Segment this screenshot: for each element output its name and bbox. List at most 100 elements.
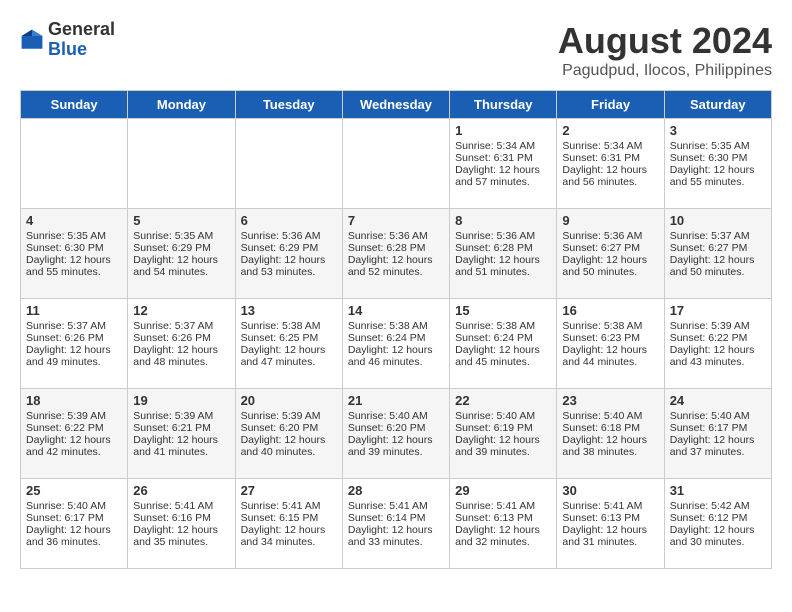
- day-number: 13: [241, 303, 337, 318]
- cell-content: and 51 minutes.: [455, 266, 551, 278]
- cell-content: Sunrise: 5:38 AM: [241, 320, 337, 332]
- cell-content: and 55 minutes.: [670, 176, 766, 188]
- cell-content: Sunset: 6:12 PM: [670, 512, 766, 524]
- cell-content: Sunset: 6:18 PM: [562, 422, 658, 434]
- cell-content: Sunrise: 5:38 AM: [562, 320, 658, 332]
- day-number: 30: [562, 483, 658, 498]
- day-number: 1: [455, 123, 551, 138]
- day-number: 7: [348, 213, 444, 228]
- cell-content: and 39 minutes.: [455, 446, 551, 458]
- cell-content: Sunset: 6:13 PM: [455, 512, 551, 524]
- cell-content: and 48 minutes.: [133, 356, 229, 368]
- cell-content: Sunset: 6:13 PM: [562, 512, 658, 524]
- logo-icon: [20, 28, 44, 52]
- cell-content: Daylight: 12 hours: [562, 434, 658, 446]
- cell-content: and 40 minutes.: [241, 446, 337, 458]
- cell-content: Daylight: 12 hours: [455, 434, 551, 446]
- cell-content: Sunrise: 5:40 AM: [562, 410, 658, 422]
- week-row-1: 1Sunrise: 5:34 AMSunset: 6:31 PMDaylight…: [21, 119, 772, 209]
- calendar-cell: 22Sunrise: 5:40 AMSunset: 6:19 PMDayligh…: [450, 389, 557, 479]
- cell-content: Daylight: 12 hours: [26, 524, 122, 536]
- cell-content: Daylight: 12 hours: [133, 254, 229, 266]
- day-number: 6: [241, 213, 337, 228]
- cell-content: Daylight: 12 hours: [348, 524, 444, 536]
- header: General Blue August 2024 Pagudpud, Iloco…: [20, 20, 772, 80]
- cell-content: Sunset: 6:27 PM: [670, 242, 766, 254]
- cell-content: Daylight: 12 hours: [562, 344, 658, 356]
- day-number: 18: [26, 393, 122, 408]
- day-number: 21: [348, 393, 444, 408]
- calendar-cell: 2Sunrise: 5:34 AMSunset: 6:31 PMDaylight…: [557, 119, 664, 209]
- cell-content: and 49 minutes.: [26, 356, 122, 368]
- calendar-cell: [21, 119, 128, 209]
- cell-content: Daylight: 12 hours: [348, 434, 444, 446]
- day-number: 22: [455, 393, 551, 408]
- calendar-cell: 29Sunrise: 5:41 AMSunset: 6:13 PMDayligh…: [450, 479, 557, 569]
- calendar-subtitle: Pagudpud, Ilocos, Philippines: [558, 62, 772, 80]
- calendar-cell: 13Sunrise: 5:38 AMSunset: 6:25 PMDayligh…: [235, 299, 342, 389]
- cell-content: and 45 minutes.: [455, 356, 551, 368]
- cell-content: Sunrise: 5:36 AM: [241, 230, 337, 242]
- week-row-3: 11Sunrise: 5:37 AMSunset: 6:26 PMDayligh…: [21, 299, 772, 389]
- cell-content: Sunset: 6:17 PM: [26, 512, 122, 524]
- cell-content: Sunrise: 5:37 AM: [133, 320, 229, 332]
- cell-content: Daylight: 12 hours: [241, 524, 337, 536]
- cell-content: Sunset: 6:28 PM: [455, 242, 551, 254]
- calendar-cell: 16Sunrise: 5:38 AMSunset: 6:23 PMDayligh…: [557, 299, 664, 389]
- calendar-cell: 19Sunrise: 5:39 AMSunset: 6:21 PMDayligh…: [128, 389, 235, 479]
- calendar-cell: 27Sunrise: 5:41 AMSunset: 6:15 PMDayligh…: [235, 479, 342, 569]
- cell-content: and 56 minutes.: [562, 176, 658, 188]
- cell-content: Sunrise: 5:36 AM: [348, 230, 444, 242]
- cell-content: Sunset: 6:27 PM: [562, 242, 658, 254]
- cell-content: Daylight: 12 hours: [670, 524, 766, 536]
- cell-content: Daylight: 12 hours: [133, 434, 229, 446]
- day-number: 17: [670, 303, 766, 318]
- calendar-cell: 17Sunrise: 5:39 AMSunset: 6:22 PMDayligh…: [664, 299, 771, 389]
- calendar-cell: [235, 119, 342, 209]
- cell-content: Sunrise: 5:41 AM: [455, 500, 551, 512]
- day-number: 16: [562, 303, 658, 318]
- day-number: 2: [562, 123, 658, 138]
- cell-content: Sunset: 6:15 PM: [241, 512, 337, 524]
- cell-content: Daylight: 12 hours: [670, 434, 766, 446]
- calendar-cell: 4Sunrise: 5:35 AMSunset: 6:30 PMDaylight…: [21, 209, 128, 299]
- day-header-monday: Monday: [128, 91, 235, 119]
- cell-content: Daylight: 12 hours: [562, 254, 658, 266]
- cell-content: Sunset: 6:19 PM: [455, 422, 551, 434]
- cell-content: Daylight: 12 hours: [26, 254, 122, 266]
- cell-content: and 31 minutes.: [562, 536, 658, 548]
- cell-content: and 43 minutes.: [670, 356, 766, 368]
- week-row-5: 25Sunrise: 5:40 AMSunset: 6:17 PMDayligh…: [21, 479, 772, 569]
- calendar-cell: [342, 119, 449, 209]
- cell-content: Sunrise: 5:35 AM: [133, 230, 229, 242]
- cell-content: Sunrise: 5:39 AM: [133, 410, 229, 422]
- cell-content: and 30 minutes.: [670, 536, 766, 548]
- title-section: August 2024 Pagudpud, Ilocos, Philippine…: [558, 20, 772, 80]
- cell-content: Sunset: 6:28 PM: [348, 242, 444, 254]
- calendar-title: August 2024: [558, 20, 772, 62]
- day-number: 31: [670, 483, 766, 498]
- calendar-cell: 31 Sunrise: 5:42 AMSunset: 6:12 PMDayligh…: [664, 479, 771, 569]
- cell-content: and 35 minutes.: [133, 536, 229, 548]
- cell-content: Sunrise: 5:42 AM: [670, 500, 766, 512]
- cell-content: Sunset: 6:17 PM: [670, 422, 766, 434]
- day-header-friday: Friday: [557, 91, 664, 119]
- week-row-4: 18Sunrise: 5:39 AMSunset: 6:22 PMDayligh…: [21, 389, 772, 479]
- cell-content: Sunrise: 5:40 AM: [670, 410, 766, 422]
- day-header-tuesday: Tuesday: [235, 91, 342, 119]
- day-number: 26: [133, 483, 229, 498]
- day-header-thursday: Thursday: [450, 91, 557, 119]
- calendar-cell: 7Sunrise: 5:36 AMSunset: 6:28 PMDaylight…: [342, 209, 449, 299]
- logo-general: General: [48, 20, 115, 40]
- day-number: 11: [26, 303, 122, 318]
- day-header-saturday: Saturday: [664, 91, 771, 119]
- cell-content: Daylight: 12 hours: [26, 434, 122, 446]
- day-number: 9: [562, 213, 658, 228]
- calendar-cell: 11Sunrise: 5:37 AMSunset: 6:26 PMDayligh…: [21, 299, 128, 389]
- day-number: 15: [455, 303, 551, 318]
- cell-content: Daylight: 12 hours: [455, 254, 551, 266]
- cell-content: and 54 minutes.: [133, 266, 229, 278]
- cell-content: and 55 minutes.: [26, 266, 122, 278]
- cell-content: Daylight: 12 hours: [133, 344, 229, 356]
- cell-content: Sunset: 6:20 PM: [348, 422, 444, 434]
